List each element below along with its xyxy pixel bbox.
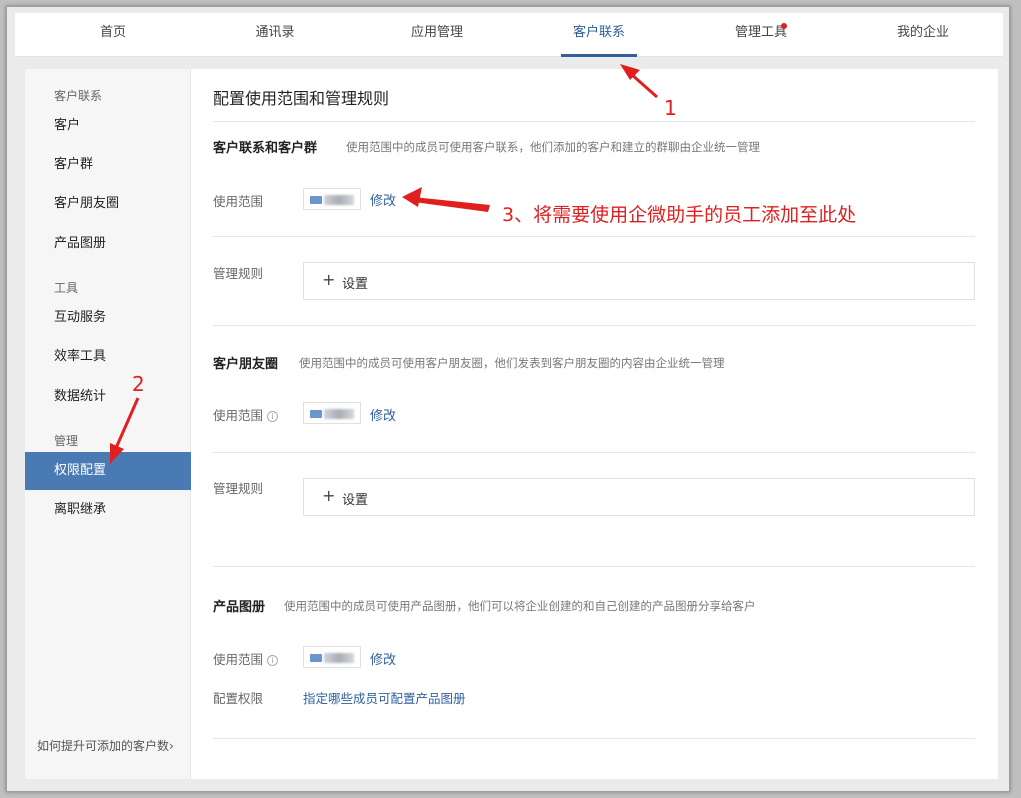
divider	[213, 566, 975, 567]
section-desc-customer-moments: 使用范围中的成员可使用客户朋友圈，他们发表到客户朋友圈的内容由企业统一管理	[299, 356, 725, 370]
top-navigation: 首页 通讯录 应用管理 客户联系 管理工具 我的企业	[15, 13, 1003, 57]
content-panel: 客户联系 客户 客户群 客户朋友圈 产品图册 工具 互动服务 效率工具 数据统计…	[25, 69, 998, 779]
perm-label: 配置权限	[213, 691, 264, 706]
divider	[213, 738, 975, 739]
set-rule-label: 设置	[342, 493, 369, 508]
tab-home[interactable]: 首页	[53, 13, 173, 57]
modify-scope-link[interactable]: 修改	[370, 405, 396, 424]
divider	[213, 121, 975, 122]
annotation-marker-1: 1	[664, 96, 677, 120]
tab-contacts[interactable]: 通讯录	[215, 13, 335, 57]
section-desc-product-catalog: 使用范围中的成员可使用产品图册，他们可以将企业创建的和自己创建的产品图册分享给客…	[284, 599, 756, 613]
set-rule-label: 设置	[342, 277, 369, 292]
window-frame: 首页 通讯录 应用管理 客户联系 管理工具 我的企业 客户联系 客户 客户群 客…	[6, 6, 1010, 792]
scope-label: 使用范围	[213, 194, 264, 209]
folder-icon	[310, 196, 322, 204]
blurred-members	[324, 409, 354, 419]
sidebar-group-tools: 工具	[54, 281, 79, 295]
blurred-members	[324, 653, 354, 663]
main-area: 配置使用范围和管理规则 客户联系和客户群 使用范围中的成员可使用客户联系，他们添…	[213, 69, 978, 779]
set-rule-button[interactable]: + 设置	[303, 262, 975, 300]
sidebar-item-customers[interactable]: 客户	[25, 107, 191, 145]
tab-management-tools-label: 管理工具	[734, 25, 787, 40]
annotation-marker-2: 2	[132, 372, 145, 396]
footer-link-label: 如何提升可添加的客户数	[37, 739, 170, 753]
sidebar-item-customer-groups[interactable]: 客户群	[25, 146, 191, 184]
notification-dot-icon	[781, 23, 787, 29]
sidebar-item-customer-moments[interactable]: 客户朋友圈	[25, 185, 191, 223]
section-title-product-catalog: 产品图册	[213, 600, 266, 615]
sidebar: 客户联系 客户 客户群 客户朋友圈 产品图册 工具 互动服务 效率工具 数据统计…	[25, 69, 191, 779]
info-icon[interactable]: i	[267, 655, 279, 666]
rule-label: 管理规则	[213, 481, 264, 496]
chevron-right-icon: ›	[169, 739, 174, 753]
divider	[213, 452, 975, 453]
section-desc-customer-contact: 使用范围中的成员可使用客户联系，他们添加的客户和建立的群聊由企业统一管理	[346, 140, 760, 154]
scope-label-text: 使用范围	[213, 652, 264, 667]
folder-icon	[310, 410, 322, 418]
tab-management-tools[interactable]: 管理工具	[701, 13, 821, 57]
scope-label: 使用范围 i	[213, 405, 279, 424]
divider	[213, 325, 975, 326]
sidebar-group-customer-contact: 客户联系	[54, 89, 103, 103]
modify-scope-link[interactable]: 修改	[370, 649, 396, 668]
plus-icon: +	[322, 270, 336, 289]
section-title-customer-contact: 客户联系和客户群	[213, 141, 318, 156]
scope-members-box[interactable]	[303, 646, 361, 668]
page-title: 配置使用范围和管理规则	[213, 89, 390, 108]
sidebar-item-resignation-inheritance[interactable]: 离职继承	[25, 491, 191, 529]
annotation-note-3: 3、将需要使用企微助手的员工添加至此处	[502, 204, 857, 226]
tab-customer-contact[interactable]: 客户联系	[539, 13, 659, 57]
sidebar-item-interactive-service[interactable]: 互动服务	[25, 299, 191, 337]
sidebar-item-data-statistics[interactable]: 数据统计	[25, 378, 191, 416]
modify-scope-link[interactable]: 修改	[370, 190, 396, 209]
scope-label: 使用范围 i	[213, 649, 279, 668]
scope-members-box[interactable]	[303, 188, 361, 210]
section-title-customer-moments: 客户朋友圈	[213, 357, 279, 372]
info-icon[interactable]: i	[267, 411, 279, 422]
tab-app-management[interactable]: 应用管理	[377, 13, 497, 57]
rule-label: 管理规则	[213, 266, 264, 281]
set-rule-button[interactable]: + 设置	[303, 478, 975, 516]
configure-catalog-permission-link[interactable]: 指定哪些成员可配置产品图册	[303, 688, 466, 707]
blurred-members	[324, 195, 354, 205]
scope-label-text: 使用范围	[213, 408, 264, 423]
sidebar-group-management: 管理	[54, 434, 79, 448]
sidebar-footer-link[interactable]: 如何提升可添加的客户数›	[37, 737, 174, 754]
scope-members-box[interactable]	[303, 402, 361, 424]
divider	[213, 236, 975, 237]
folder-icon	[310, 654, 322, 662]
sidebar-item-product-catalog[interactable]: 产品图册	[25, 225, 191, 263]
sidebar-item-efficiency-tools[interactable]: 效率工具	[25, 338, 191, 376]
tab-my-enterprise[interactable]: 我的企业	[863, 13, 983, 57]
plus-icon: +	[322, 486, 336, 505]
sidebar-item-permission-config[interactable]: 权限配置	[25, 452, 191, 490]
